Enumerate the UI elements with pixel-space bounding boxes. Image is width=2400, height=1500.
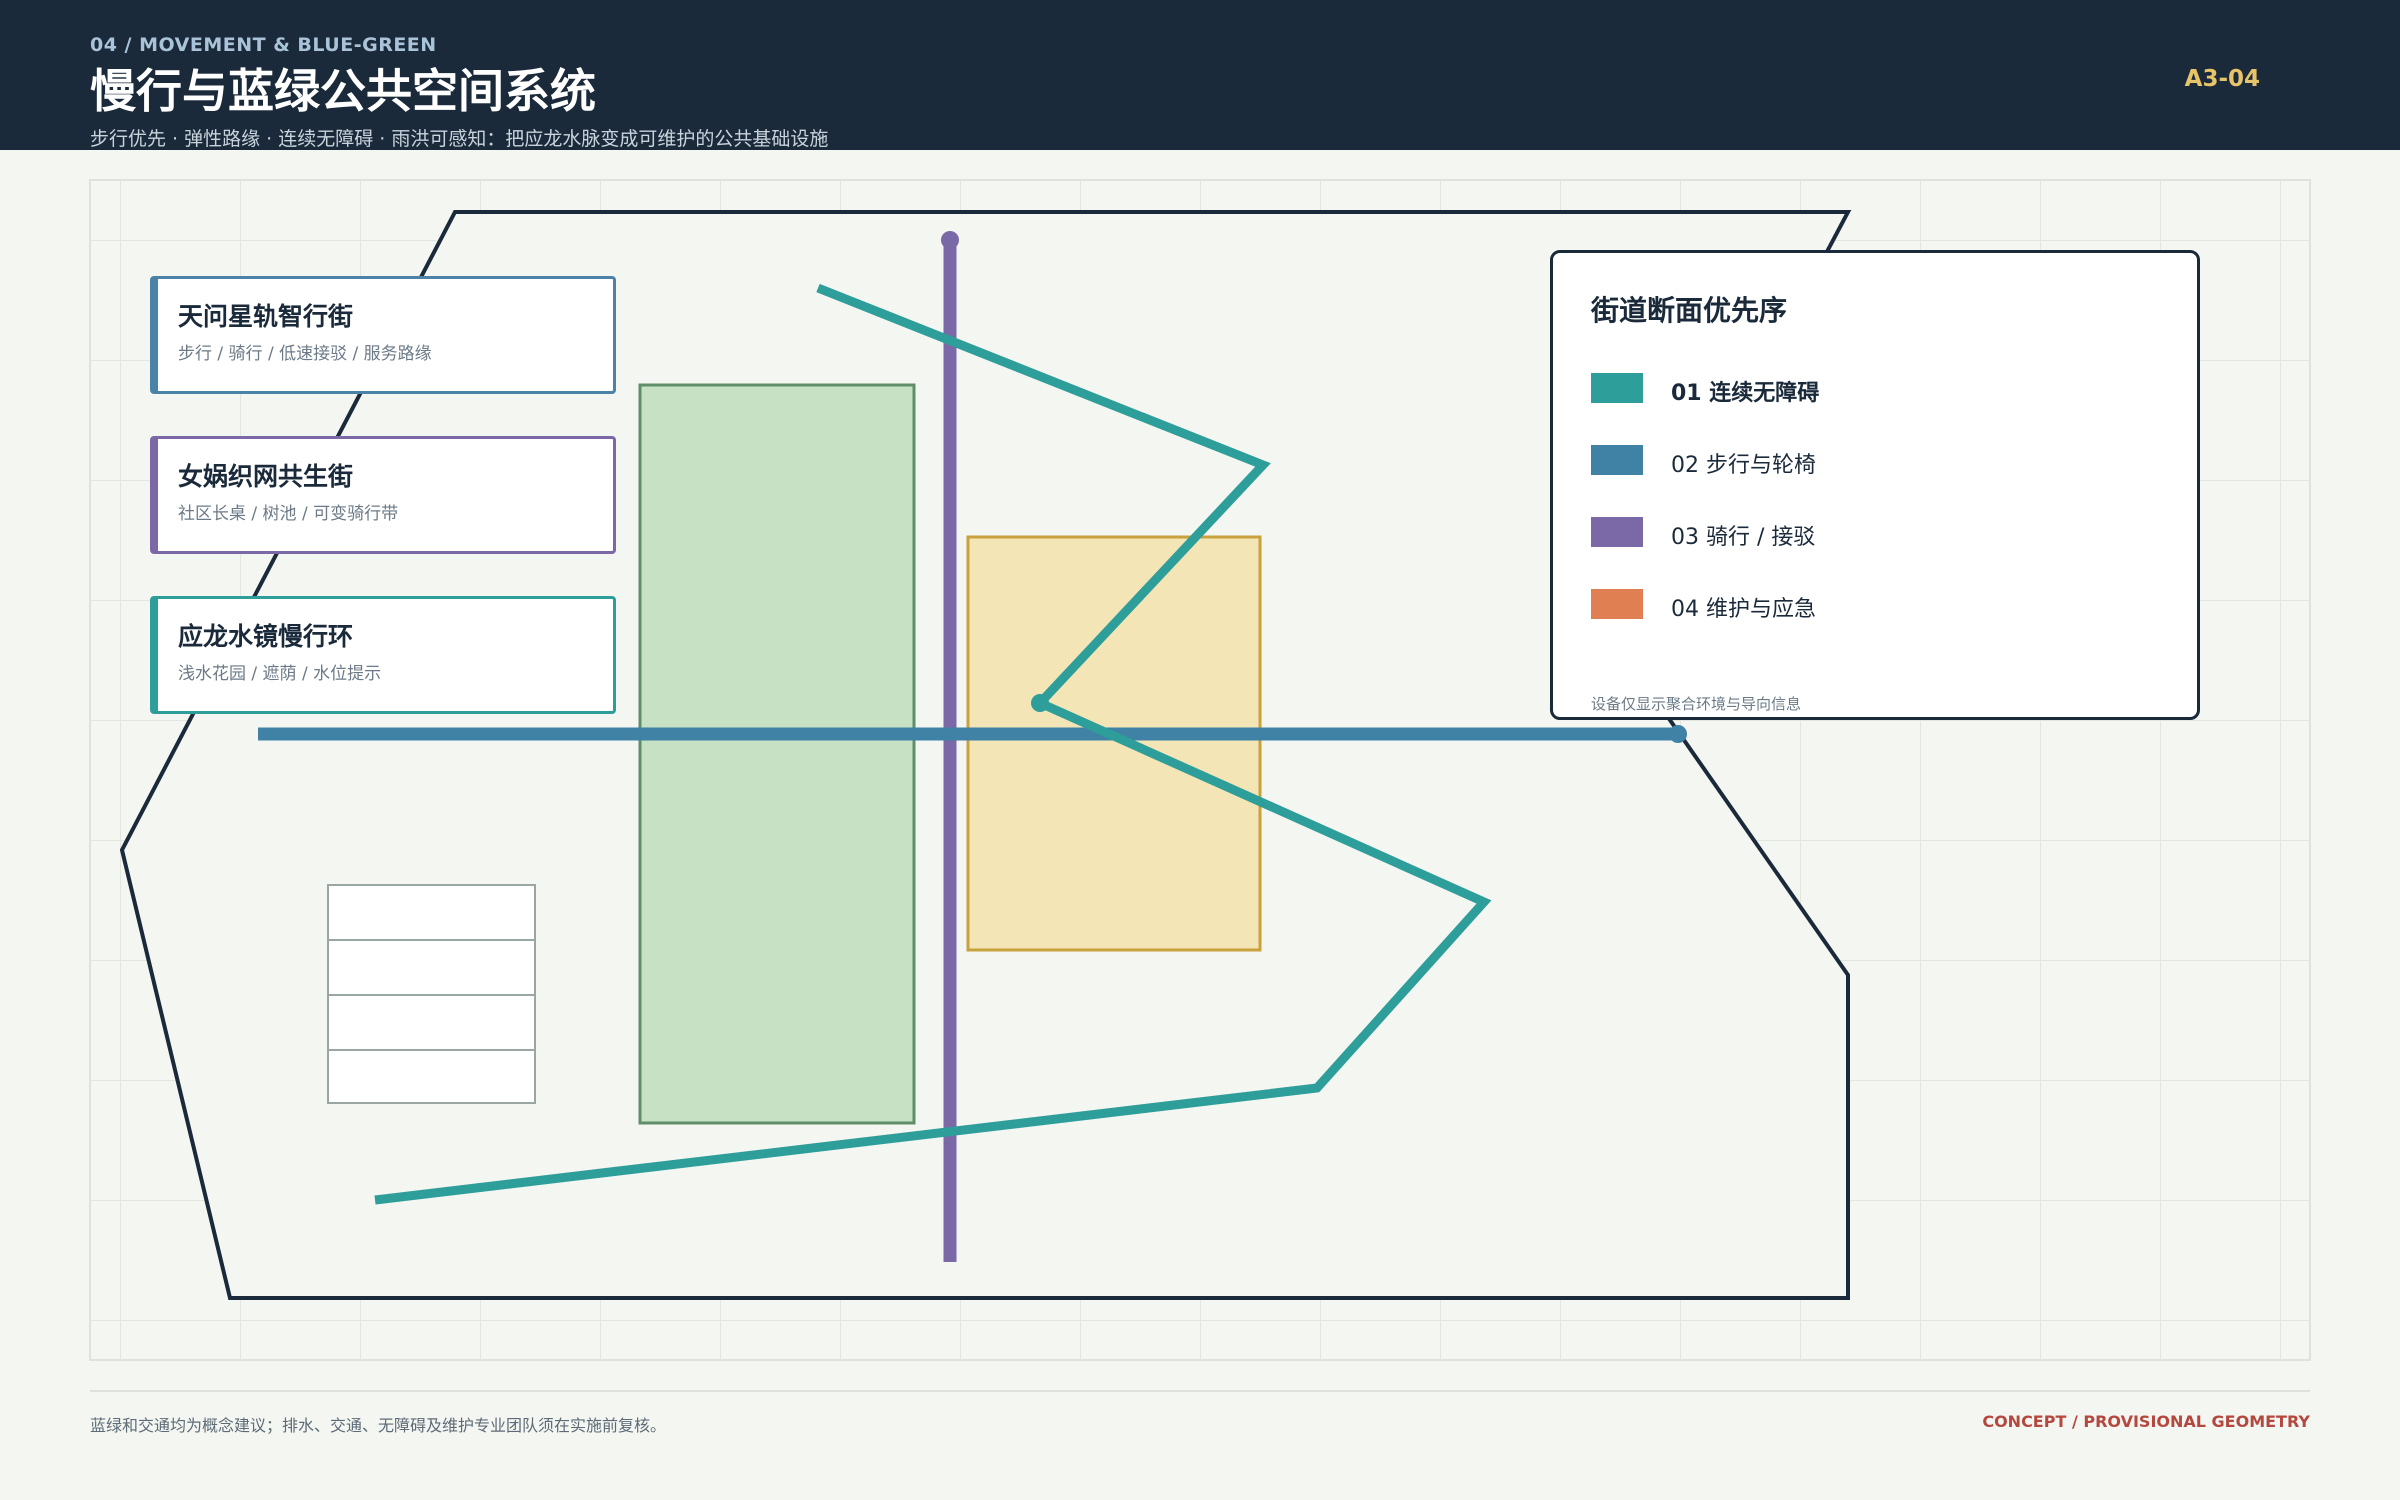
- building-unit: [327, 939, 536, 996]
- street-card-subtitle: 步行 / 骑行 / 低速接驳 / 服务路缘: [178, 344, 432, 364]
- legend-swatch: [1591, 517, 1643, 547]
- legend-swatch: [1591, 445, 1643, 475]
- street-card-title: 女娲织网共生街: [178, 462, 354, 491]
- yellow-plaza-zone: [966, 535, 1262, 952]
- street-card-subtitle: 社区长桌 / 树池 / 可变骑行带: [178, 504, 399, 524]
- legend-note: 设备仅显示聚合环境与导向信息: [1591, 695, 1802, 713]
- street-card-title: 应龙水镜慢行环: [178, 622, 354, 651]
- legend-swatch: [1591, 589, 1643, 619]
- legend-label: 03 骑行 / 接驳: [1671, 525, 1816, 550]
- footer-divider: [90, 1390, 2310, 1392]
- footer-note: 蓝绿和交通均为概念建议；排水、交通、无障碍及维护专业团队须在实施前复核。: [90, 1416, 667, 1435]
- legend-label: 02 步行与轮椅: [1671, 453, 1816, 478]
- walk-route-node: [1669, 725, 1687, 743]
- site-plan: [89, 179, 2311, 1361]
- building-unit: [327, 884, 536, 941]
- street-card-nuwa: 女娲织网共生街 社区长桌 / 树池 / 可变骑行带: [150, 436, 616, 554]
- building-unit: [327, 1049, 536, 1104]
- legend-swatch: [1591, 373, 1643, 403]
- street-card-tianwen: 天问星轨智行街 步行 / 骑行 / 低速接驳 / 服务路缘: [150, 276, 616, 394]
- priority-legend: 街道断面优先序 01 连续无障碍 02 步行与轮椅 03 骑行 / 接驳 04 …: [1550, 250, 2200, 720]
- legend-label: 01 连续无障碍: [1671, 381, 1820, 406]
- building-unit: [327, 994, 536, 1051]
- street-card-yinglong: 应龙水镜慢行环 浅水花园 / 遮荫 / 水位提示: [150, 596, 616, 714]
- building-block: [327, 884, 536, 1104]
- green-park-zone: [638, 383, 916, 1125]
- street-card-title: 天问星轨智行街: [178, 302, 354, 331]
- footer-tag: CONCEPT / PROVISIONAL GEOMETRY: [1982, 1412, 2310, 1431]
- cycle-route-node: [941, 231, 959, 249]
- legend-label: 04 维护与应急: [1671, 597, 1816, 622]
- street-card-subtitle: 浅水花园 / 遮荫 / 水位提示: [178, 664, 382, 684]
- accessible-route-node: [1031, 694, 1049, 712]
- legend-title: 街道断面优先序: [1591, 294, 1788, 327]
